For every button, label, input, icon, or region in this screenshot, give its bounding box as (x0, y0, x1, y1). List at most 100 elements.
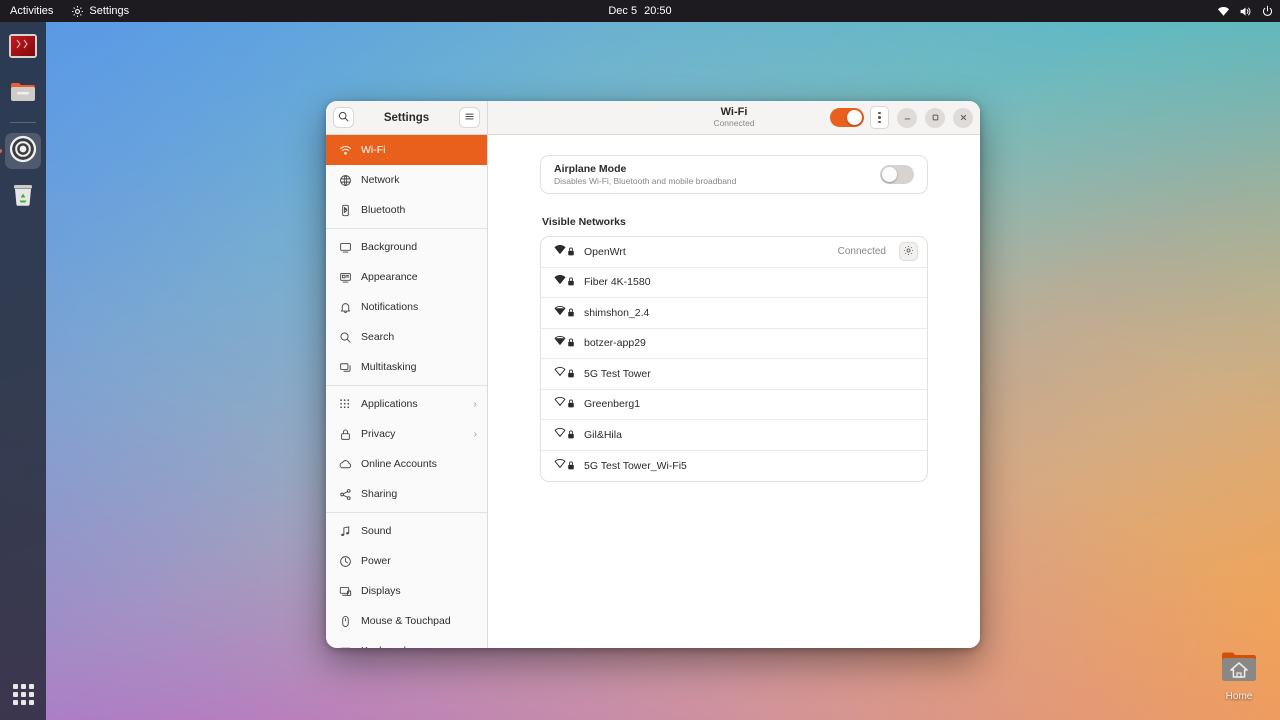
network-row[interactable]: OpenWrtConnected (541, 237, 927, 268)
desktop-icon-home[interactable]: Home (1210, 648, 1268, 702)
lock-icon (567, 243, 575, 261)
app-menu-label: Settings (89, 5, 129, 17)
clock-button[interactable]: Dec 5 20:50 (608, 0, 671, 22)
network-settings-button[interactable] (899, 242, 918, 261)
wifi-signal-icon (554, 365, 566, 383)
chevron-right-icon: › (474, 429, 477, 440)
sidebar-item-sharing[interactable]: Sharing (326, 479, 487, 509)
grid-dot (13, 684, 18, 689)
sidebar-item-notifications[interactable]: Notifications (326, 292, 487, 322)
grid-dot (13, 700, 18, 705)
network-row[interactable]: Greenberg1 (541, 390, 927, 421)
dock-item-trash[interactable] (5, 179, 41, 215)
sidebar-item-label: Background (361, 241, 477, 253)
sidebar-item-label: Sharing (361, 488, 477, 500)
wifi-signal-icon (554, 334, 566, 352)
sidebar-item-keyboard[interactable]: Keyboard (326, 636, 487, 648)
wifi-toggle-knob (847, 110, 862, 125)
sidebar-item-privacy[interactable]: Privacy› (326, 419, 487, 449)
kebab-menu-icon (878, 112, 881, 115)
wifi-signal-icon (554, 273, 566, 291)
sidebar-header: Settings (326, 101, 488, 134)
sidebar-item-wi-fi[interactable]: Wi-Fi (326, 135, 487, 165)
app-menu-button[interactable]: Settings (62, 0, 138, 22)
share-icon (339, 488, 352, 501)
file-manager-icon (8, 77, 38, 112)
sidebar-item-power[interactable]: Power (326, 546, 487, 576)
sidebar-item-label: Search (361, 331, 477, 343)
airplane-mode-row[interactable]: Airplane Mode Disables Wi-Fi, Bluetooth … (540, 155, 928, 194)
sidebar-item-sound[interactable]: Sound (326, 516, 487, 546)
wifi-icon (339, 144, 352, 157)
visible-networks-list: OpenWrtConnectedFiber 4K-1580shimshon_2.… (540, 236, 928, 482)
sidebar-item-label: Mouse & Touchpad (361, 615, 477, 627)
network-row[interactable]: Gil&Hila (541, 420, 927, 451)
network-row[interactable]: 5G Test Tower (541, 359, 927, 390)
airplane-mode-title: Airplane Mode (554, 163, 870, 176)
activities-button[interactable]: Activities (0, 0, 62, 22)
bell-icon (339, 301, 352, 314)
main-header: Wi-Fi Connected (488, 101, 980, 134)
sidebar-separator (326, 385, 487, 386)
volume-icon (1239, 5, 1252, 18)
dock-item-app-red[interactable] (5, 30, 41, 66)
wifi-toggle[interactable] (830, 108, 864, 127)
sidebar-item-applications[interactable]: Applications › (326, 389, 487, 419)
kebab-menu-icon (878, 121, 881, 124)
grid-dot (21, 692, 26, 697)
sidebar-item-network[interactable]: Network (326, 165, 487, 195)
search-button[interactable] (333, 107, 354, 128)
dock-item-files[interactable] (5, 76, 41, 112)
sidebar-item-mouse-touchpad[interactable]: Mouse & Touchpad (326, 606, 487, 636)
network-row[interactable]: botzer-app29 (541, 329, 927, 360)
airplane-mode-toggle[interactable] (880, 165, 914, 184)
sidebar-item-multitasking[interactable]: Multitasking (326, 352, 487, 382)
sidebar-item-appearance[interactable]: Appearance (326, 262, 487, 292)
system-tray[interactable] (1217, 0, 1274, 22)
mouse-icon (339, 615, 352, 628)
sidebar-menu-button[interactable] (459, 107, 480, 128)
lock-icon (339, 428, 352, 441)
gear-icon (903, 243, 914, 261)
visible-networks-heading: Visible Networks (542, 216, 928, 228)
sidebar-item-online-accounts[interactable]: Online Accounts (326, 449, 487, 479)
grid-dot (13, 692, 18, 697)
sidebar-separator (326, 512, 487, 513)
network-row[interactable]: shimshon_2.4 (541, 298, 927, 329)
network-icons (554, 365, 575, 383)
network-row[interactable]: Fiber 4K-1580 (541, 268, 927, 299)
sidebar-title: Settings (384, 112, 429, 124)
sidebar-item-label: Bluetooth (361, 204, 477, 216)
dock-item-settings[interactable] (5, 133, 41, 169)
sidebar-item-background[interactable]: Background (326, 232, 487, 262)
window-body: Wi-Fi Network Bluetooth Background Appearanc… (326, 135, 980, 648)
lock-icon (567, 365, 575, 383)
minimize-button[interactable] (897, 108, 917, 128)
network-globe-icon (339, 174, 352, 187)
multitasking-icon (339, 361, 352, 374)
chevron-right-icon: › (474, 399, 477, 410)
grid-dot (29, 692, 34, 697)
network-icons (554, 243, 575, 261)
wifi-page-content: Airplane Mode Disables Wi-Fi, Bluetooth … (488, 135, 980, 648)
sidebar-item-bluetooth[interactable]: Bluetooth (326, 195, 487, 225)
close-button[interactable] (953, 108, 973, 128)
wifi-signal-icon (554, 304, 566, 322)
network-row[interactable]: 5G Test Tower_Wi-Fi5 (541, 451, 927, 482)
sidebar-item-label: Notifications (361, 301, 477, 313)
sidebar-item-label: Online Accounts (361, 458, 477, 470)
network-icons (554, 395, 575, 413)
page-menu-button[interactable] (870, 106, 889, 129)
wifi-icon (1217, 5, 1230, 18)
sidebar-item-label: Applications (361, 398, 465, 410)
maximize-button[interactable] (925, 108, 945, 128)
dock (0, 22, 46, 720)
sidebar-item-label: Keyboard (361, 645, 477, 648)
sidebar-item-label: Wi-Fi (361, 144, 477, 156)
sidebar-item-search[interactable]: Search (326, 322, 487, 352)
show-applications-button[interactable] (5, 676, 41, 712)
sidebar-item-displays[interactable]: Displays (326, 576, 487, 606)
minimize-icon (903, 109, 912, 127)
network-icons (554, 457, 575, 475)
wifi-signal-icon (554, 457, 566, 475)
